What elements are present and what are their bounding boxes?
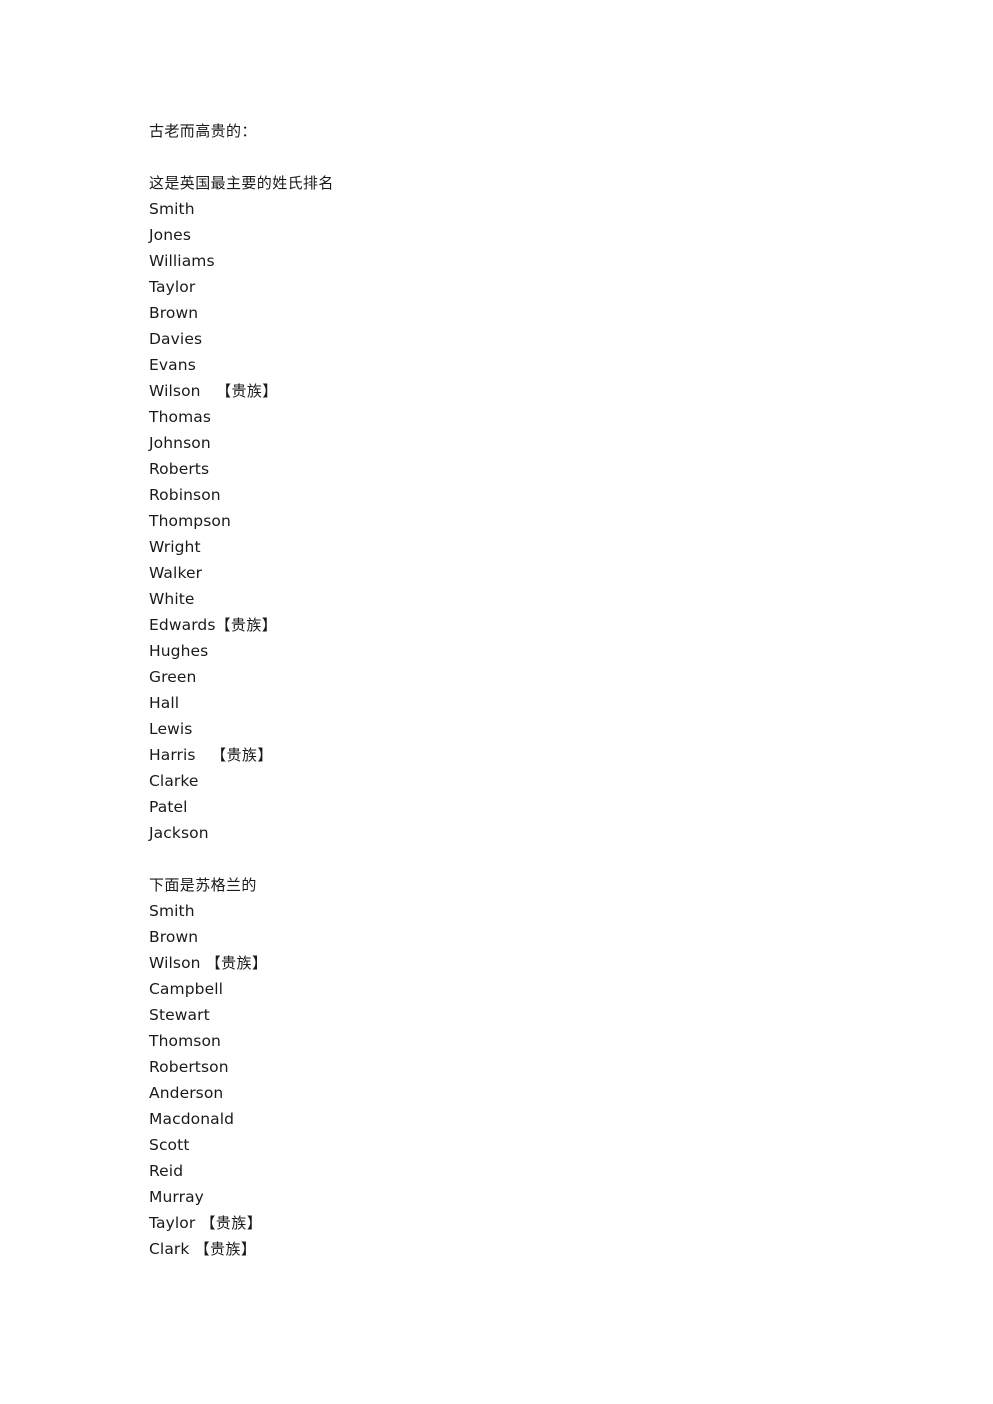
surname-entry: Edwards【贵族】 [149, 612, 849, 638]
surname-entry: Lewis [149, 716, 849, 742]
surname-text: Clarke [149, 772, 199, 790]
surname-entry: Reid [149, 1158, 849, 1184]
noble-tag: 【贵族】 [200, 954, 268, 972]
surname-entry: Hall [149, 690, 849, 716]
surname-entry: Green [149, 664, 849, 690]
surname-text: Green [149, 668, 197, 686]
surname-entry: Davies [149, 326, 849, 352]
surname-entry: Smith [149, 196, 849, 222]
surname-text: Reid [149, 1162, 184, 1180]
surname-entry: Brown [149, 924, 849, 950]
surname-text: Smith [149, 902, 195, 920]
surname-entry: Brown [149, 300, 849, 326]
surname-text: Wright [149, 538, 201, 556]
noble-tag: 【贵族】 [195, 1214, 263, 1232]
surname-text: Taylor [149, 278, 196, 296]
surname-text: Walker [149, 564, 203, 582]
surname-entry: Evans [149, 352, 849, 378]
document-body: 古老而高贵的： 这是英国最主要的姓氏排名 Smith Jones Williams T… [149, 118, 849, 1262]
surname-entry: Thomas [149, 404, 849, 430]
document-heading: 古老而高贵的： [149, 122, 257, 140]
surname-text: Thomson [149, 1032, 221, 1050]
surname-entry: Scott [149, 1132, 849, 1158]
surname-list-england: Smith Jones Williams Taylor Brown Davies Evans… [149, 196, 849, 846]
surname-entry: Roberts [149, 456, 849, 482]
surname-text: Williams [149, 252, 215, 270]
surname-text: Hughes [149, 642, 209, 660]
surname-text: Edwards [149, 616, 216, 634]
surname-text: Scott [149, 1136, 190, 1154]
noble-tag: 【贵族】 [189, 1240, 257, 1258]
surname-text: Smith [149, 200, 195, 218]
surname-entry: Wright [149, 534, 849, 560]
surname-text: Wilson [149, 954, 201, 972]
surname-entry: Jackson [149, 820, 849, 846]
surname-text: Hall [149, 694, 180, 712]
surname-text: Robertson [149, 1058, 229, 1076]
surname-text: Lewis [149, 720, 193, 738]
surname-entry: Smith [149, 898, 849, 924]
surname-text: White [149, 590, 195, 608]
surname-text: Wilson [149, 382, 201, 400]
surname-text: Clark [149, 1240, 190, 1258]
surname-text: Jones [149, 226, 191, 244]
surname-entry: Murray [149, 1184, 849, 1210]
surname-text: Taylor [149, 1214, 196, 1232]
surname-text: Patel [149, 798, 188, 816]
surname-entry: Taylor 【贵族】 [149, 1210, 849, 1236]
section-title-scotland: 下面是苏格兰的 [149, 876, 257, 894]
surname-entry: Clarke [149, 768, 849, 794]
surname-text: Davies [149, 330, 203, 348]
surname-entry: Hughes [149, 638, 849, 664]
surname-entry: Taylor [149, 274, 849, 300]
surname-text: Anderson [149, 1084, 224, 1102]
surname-entry: Anderson [149, 1080, 849, 1106]
surname-entry: Clark 【贵族】 [149, 1236, 849, 1262]
surname-entry: Thompson [149, 508, 849, 534]
surname-text: Roberts [149, 460, 210, 478]
surname-list-scotland: Smith Brown Wilson 【贵族】 Campbell Stewart Thom… [149, 898, 849, 1262]
surname-text: Robinson [149, 486, 221, 504]
noble-tag: 【贵族】 [215, 616, 278, 634]
surname-text: Brown [149, 304, 199, 322]
surname-entry: Jones [149, 222, 849, 248]
surname-text: Murray [149, 1188, 204, 1206]
surname-entry: Thomson [149, 1028, 849, 1054]
surname-text: Jackson [149, 824, 209, 842]
surname-entry: Walker [149, 560, 849, 586]
surname-entry: Stewart [149, 1002, 849, 1028]
noble-tag: 【贵族】 [200, 382, 278, 400]
surname-text: Brown [149, 928, 199, 946]
surname-entry: Johnson [149, 430, 849, 456]
surname-text: Harris [149, 746, 196, 764]
surname-entry: Robertson [149, 1054, 849, 1080]
surname-entry: Harris 【贵族】 [149, 742, 849, 768]
surname-text: Thomas [149, 408, 212, 426]
surname-entry: Wilson 【贵族】 [149, 378, 849, 404]
surname-text: Johnson [149, 434, 211, 452]
surname-text: Evans [149, 356, 196, 374]
surname-entry: White [149, 586, 849, 612]
noble-tag: 【贵族】 [195, 746, 273, 764]
section-title-england: 这是英国最主要的姓氏排名 [149, 174, 334, 192]
surname-entry: Macdonald [149, 1106, 849, 1132]
document-page: 古老而高贵的： 这是英国最主要的姓氏排名 Smith Jones Williams T… [0, 0, 993, 1404]
surname-entry: Patel [149, 794, 849, 820]
surname-entry: Wilson 【贵族】 [149, 950, 849, 976]
surname-entry: Williams [149, 248, 849, 274]
surname-text: Stewart [149, 1006, 210, 1024]
surname-entry: Campbell [149, 976, 849, 1002]
surname-text: Campbell [149, 980, 224, 998]
surname-text: Macdonald [149, 1110, 235, 1128]
surname-entry: Robinson [149, 482, 849, 508]
surname-text: Thompson [149, 512, 231, 530]
